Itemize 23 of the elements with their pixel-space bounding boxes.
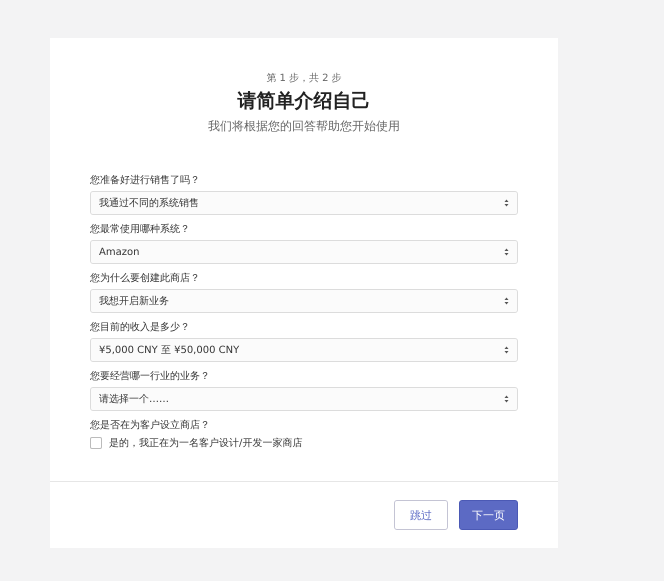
question-label: 您准备好进行销售了吗？	[90, 174, 201, 187]
select-field[interactable]: 我想开启新业务	[90, 289, 518, 313]
select-field[interactable]: ¥5,000 CNY 至 ¥50,000 CNY	[90, 338, 518, 362]
step-indicator: 第 1 步，共 2 步	[266, 72, 342, 85]
skip-button[interactable]: 跳过	[394, 500, 448, 530]
question-label: 您目前的收入是多少？	[90, 320, 191, 334]
dropdown-arrows-icon	[504, 297, 509, 305]
dropdown-arrows-icon	[504, 199, 509, 207]
next-button[interactable]: 下一页	[459, 500, 518, 530]
dropdown-arrows-icon	[504, 248, 509, 256]
dropdown-arrows-icon	[504, 346, 509, 354]
select-field[interactable]: Amazon	[90, 240, 518, 264]
dropdown-arrows-icon	[504, 395, 509, 403]
select-field[interactable]: 我通过不同的系统销售	[90, 191, 518, 215]
question-label: 您是否在为客户设立商店？	[90, 418, 211, 432]
checkbox[interactable]	[90, 437, 102, 449]
checkbox-label: 是的，我正在为一名客户设计/开发一家商店	[109, 436, 302, 450]
page-subtitle: 我们将根据您的回答帮助您开始使用	[208, 118, 400, 135]
question-label: 您要经营哪一行业的业务？	[90, 370, 211, 383]
page-title: 请简单介绍自己	[238, 89, 370, 114]
question-label: 您最常使用哪种系统？	[90, 222, 191, 236]
question-label: 您为什么要创建此商店？	[90, 272, 201, 285]
select-field[interactable]: 请选择一个……	[90, 387, 518, 411]
